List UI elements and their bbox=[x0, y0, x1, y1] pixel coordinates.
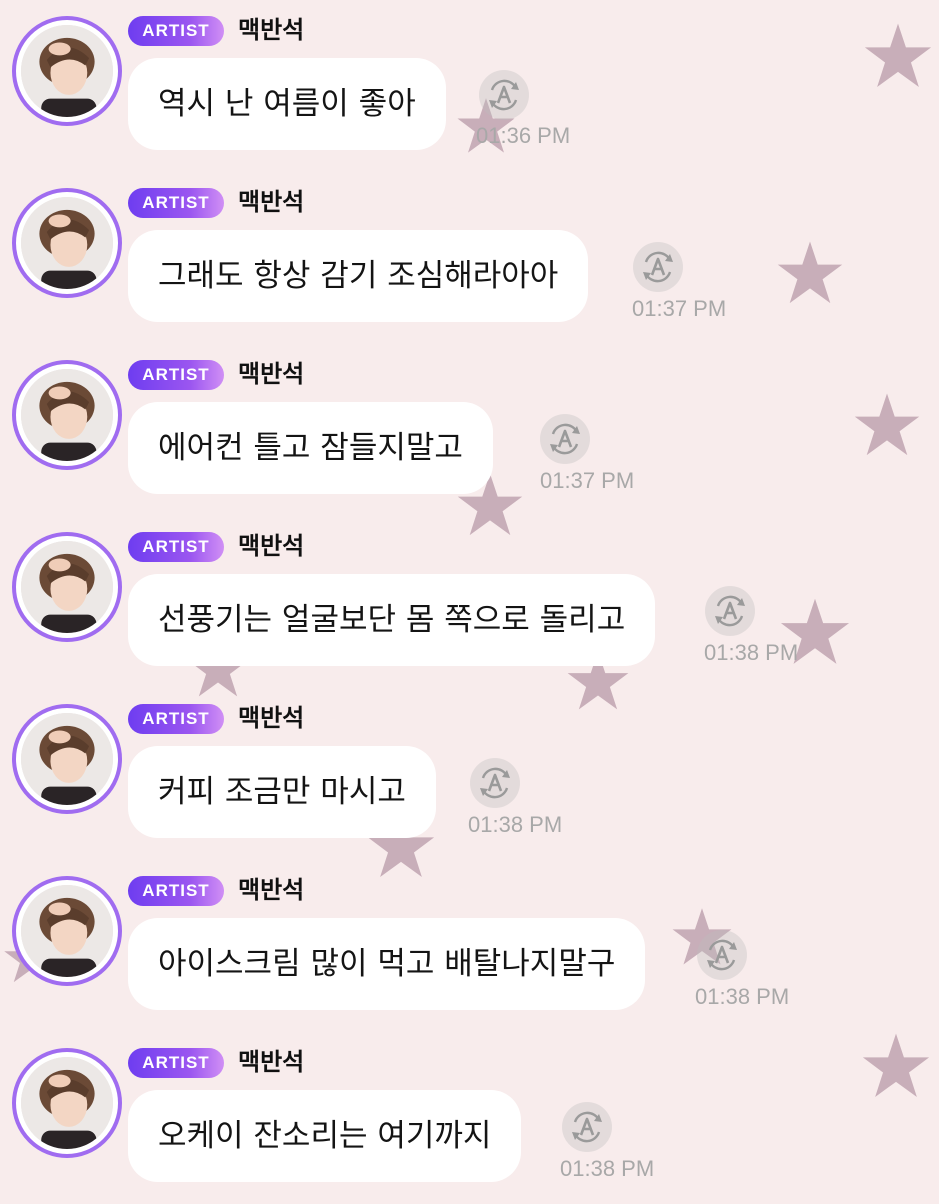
artist-avatar[interactable] bbox=[12, 704, 122, 814]
sender-name[interactable]: 맥반석 bbox=[238, 1044, 304, 1080]
avatar-photo-icon bbox=[21, 1057, 113, 1149]
message-bubble[interactable]: 선풍기는 얼굴보단 몸 쪽으로 돌리고 bbox=[128, 574, 656, 666]
translate-icon[interactable] bbox=[705, 586, 755, 636]
chat-message-list: ARTIST 맥반석 역시 난 여름이 좋아 01:36 PM ARTIST 맥… bbox=[0, 0, 939, 1200]
chat-message: ARTIST 맥반석 역시 난 여름이 좋아 01:36 PM bbox=[0, 0, 939, 172]
artist-avatar[interactable] bbox=[12, 360, 122, 470]
message-bubble[interactable]: 에어컨 틀고 잠들지말고 bbox=[128, 402, 493, 494]
translate-icon[interactable] bbox=[633, 242, 683, 292]
message-timestamp: 01:38 PM bbox=[468, 812, 563, 837]
artist-avatar[interactable] bbox=[12, 532, 122, 642]
chat-message: ARTIST 맥반석 그래도 항상 감기 조심해라아아 01:37 PM bbox=[0, 172, 939, 344]
message-timestamp: 01:38 PM bbox=[695, 984, 790, 1009]
message-timestamp: 01:36 PM bbox=[476, 123, 571, 148]
message-timestamp: 01:37 PM bbox=[632, 296, 727, 321]
avatar-photo-icon bbox=[21, 25, 113, 117]
message-bubble[interactable]: 아이스크림 많이 먹고 배탈나지말구 bbox=[128, 918, 646, 1010]
artist-avatar[interactable] bbox=[12, 1048, 122, 1158]
message-bubble[interactable]: 커피 조금만 마시고 bbox=[128, 746, 436, 838]
chat-message: ARTIST 맥반석 에어컨 틀고 잠들지말고 01:37 PM bbox=[0, 344, 939, 516]
sender-name[interactable]: 맥반석 bbox=[238, 872, 304, 908]
chat-message: ARTIST 맥반석 커피 조금만 마시고 01:38 PM bbox=[0, 688, 939, 860]
artist-badge: ARTIST bbox=[128, 1048, 224, 1078]
artist-badge: ARTIST bbox=[128, 360, 224, 390]
translate-icon[interactable] bbox=[562, 1102, 612, 1152]
translate-icon[interactable] bbox=[479, 70, 529, 120]
translate-icon[interactable] bbox=[540, 414, 590, 464]
message-bubble[interactable]: 그래도 항상 감기 조심해라아아 bbox=[128, 230, 589, 322]
translate-icon[interactable] bbox=[470, 758, 520, 808]
artist-avatar[interactable] bbox=[12, 16, 122, 126]
message-timestamp: 01:38 PM bbox=[560, 1156, 655, 1181]
sender-name[interactable]: 맥반석 bbox=[238, 700, 304, 736]
artist-avatar[interactable] bbox=[12, 188, 122, 298]
message-bubble[interactable]: 오케이 잔소리는 여기까지 bbox=[128, 1090, 522, 1182]
message-timestamp: 01:38 PM bbox=[704, 640, 799, 665]
avatar-photo-icon bbox=[21, 369, 113, 461]
artist-avatar[interactable] bbox=[12, 876, 122, 986]
message-timestamp: 01:37 PM bbox=[540, 468, 635, 493]
artist-badge: ARTIST bbox=[128, 704, 224, 734]
chat-message: ARTIST 맥반석 선풍기는 얼굴보단 몸 쪽으로 돌리고 01:38 PM bbox=[0, 516, 939, 688]
sender-name[interactable]: 맥반석 bbox=[238, 356, 304, 392]
avatar-photo-icon bbox=[21, 885, 113, 977]
translate-icon[interactable] bbox=[697, 930, 747, 980]
avatar-photo-icon bbox=[21, 541, 113, 633]
avatar-photo-icon bbox=[21, 197, 113, 289]
artist-badge: ARTIST bbox=[128, 532, 224, 562]
chat-message: ARTIST 맥반석 아이스크림 많이 먹고 배탈나지말구 01:38 PM bbox=[0, 860, 939, 1032]
sender-name[interactable]: 맥반석 bbox=[238, 528, 304, 564]
artist-badge: ARTIST bbox=[128, 876, 224, 906]
sender-name[interactable]: 맥반석 bbox=[238, 184, 304, 220]
artist-badge: ARTIST bbox=[128, 188, 224, 218]
message-bubble[interactable]: 역시 난 여름이 좋아 bbox=[128, 58, 446, 150]
chat-message: ARTIST 맥반석 오케이 잔소리는 여기까지 01:38 PM bbox=[0, 1032, 939, 1204]
artist-badge: ARTIST bbox=[128, 16, 224, 46]
sender-name[interactable]: 맥반석 bbox=[238, 12, 304, 48]
avatar-photo-icon bbox=[21, 713, 113, 805]
